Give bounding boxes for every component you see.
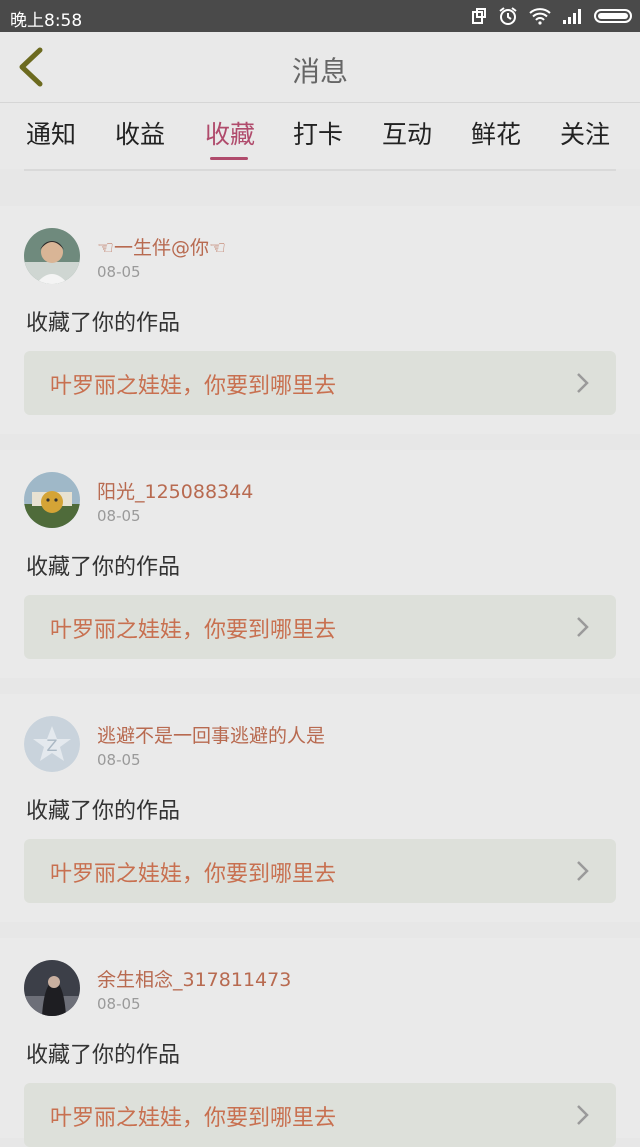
rotation-icon <box>472 8 486 24</box>
message-date: 08-05 <box>97 751 141 769</box>
username[interactable]: 逃避不是一回事逃避的人是 <box>97 721 325 748</box>
username[interactable]: ☜一生伴@你☜ <box>97 233 226 260</box>
username[interactable]: 阳光_125088344 <box>97 477 253 504</box>
message-card: ☜一生伴@你☜ 08-05 收藏了你的作品 叶罗丽之娃娃，你要到哪里去 <box>0 206 640 434</box>
svg-text:Z: Z <box>47 736 58 755</box>
wifi-icon <box>529 8 551 25</box>
tab-interaction[interactable]: 互动 <box>382 115 432 151</box>
message-date: 08-05 <box>97 507 141 525</box>
tab-checkin[interactable]: 打卡 <box>293 115 343 151</box>
avatar[interactable]: Z <box>24 716 80 772</box>
status-icons <box>470 6 632 26</box>
alarm-icon <box>499 7 517 25</box>
action-text: 收藏了你的作品 <box>26 799 181 824</box>
tab-divider <box>24 169 616 171</box>
work-link[interactable]: 叶罗丽之娃娃，你要到哪里去 <box>24 351 616 415</box>
chevron-right-icon <box>577 373 589 393</box>
work-link[interactable]: 叶罗丽之娃娃，你要到哪里去 <box>24 595 616 659</box>
avatar[interactable] <box>24 472 80 528</box>
work-link[interactable]: 叶罗丽之娃娃，你要到哪里去 <box>24 839 616 903</box>
message-card: 阳光_125088344 08-05 收藏了你的作品 叶罗丽之娃娃，你要到哪里去 <box>0 450 640 678</box>
avatar-image <box>24 472 80 528</box>
work-title: 叶罗丽之娃娃，你要到哪里去 <box>50 374 337 399</box>
tab-notifications[interactable]: 通知 <box>26 115 76 151</box>
battery-icon <box>594 9 632 23</box>
work-title: 叶罗丽之娃娃，你要到哪里去 <box>50 618 337 643</box>
avatar[interactable] <box>24 228 80 284</box>
action-text: 收藏了你的作品 <box>26 311 181 336</box>
page-title: 消息 <box>291 55 348 88</box>
message-card: 余生相念_317811473 08-05 收藏了你的作品 叶罗丽之娃娃，你要到哪… <box>0 938 640 1147</box>
signal-icon <box>563 9 581 24</box>
active-tab-indicator <box>210 157 248 160</box>
tab-earnings[interactable]: 收益 <box>115 115 165 151</box>
message-card: Z 逃避不是一回事逃避的人是 08-05 收藏了你的作品 叶罗丽之娃娃，你要到哪… <box>0 694 640 922</box>
tab-favorites[interactable]: 收藏 <box>205 115 255 151</box>
work-link[interactable]: 叶罗丽之娃娃，你要到哪里去 <box>24 1083 616 1147</box>
message-date: 08-05 <box>97 995 141 1013</box>
status-time: 晚上8:58 <box>10 11 83 31</box>
tab-flowers[interactable]: 鲜花 <box>471 115 521 151</box>
avatar-image <box>24 960 80 1016</box>
header-bar: 消息 <box>0 32 640 103</box>
tab-bar: 通知 收益 收藏 打卡 互动 鲜花 关注 <box>0 103 640 169</box>
message-date: 08-05 <box>97 263 141 281</box>
username[interactable]: 余生相念_317811473 <box>97 965 291 992</box>
avatar-image <box>24 228 80 284</box>
work-title: 叶罗丽之娃娃，你要到哪里去 <box>50 1106 337 1131</box>
action-text: 收藏了你的作品 <box>26 1043 181 1068</box>
work-title: 叶罗丽之娃娃，你要到哪里去 <box>50 862 337 887</box>
tab-following[interactable]: 关注 <box>560 115 610 151</box>
status-bar: 晚上8:58 <box>0 0 640 32</box>
chevron-right-icon <box>577 617 589 637</box>
avatar[interactable] <box>24 960 80 1016</box>
chevron-right-icon <box>577 1105 589 1125</box>
chevron-right-icon <box>577 861 589 881</box>
action-text: 收藏了你的作品 <box>26 555 181 580</box>
default-avatar-icon: Z <box>24 716 80 772</box>
